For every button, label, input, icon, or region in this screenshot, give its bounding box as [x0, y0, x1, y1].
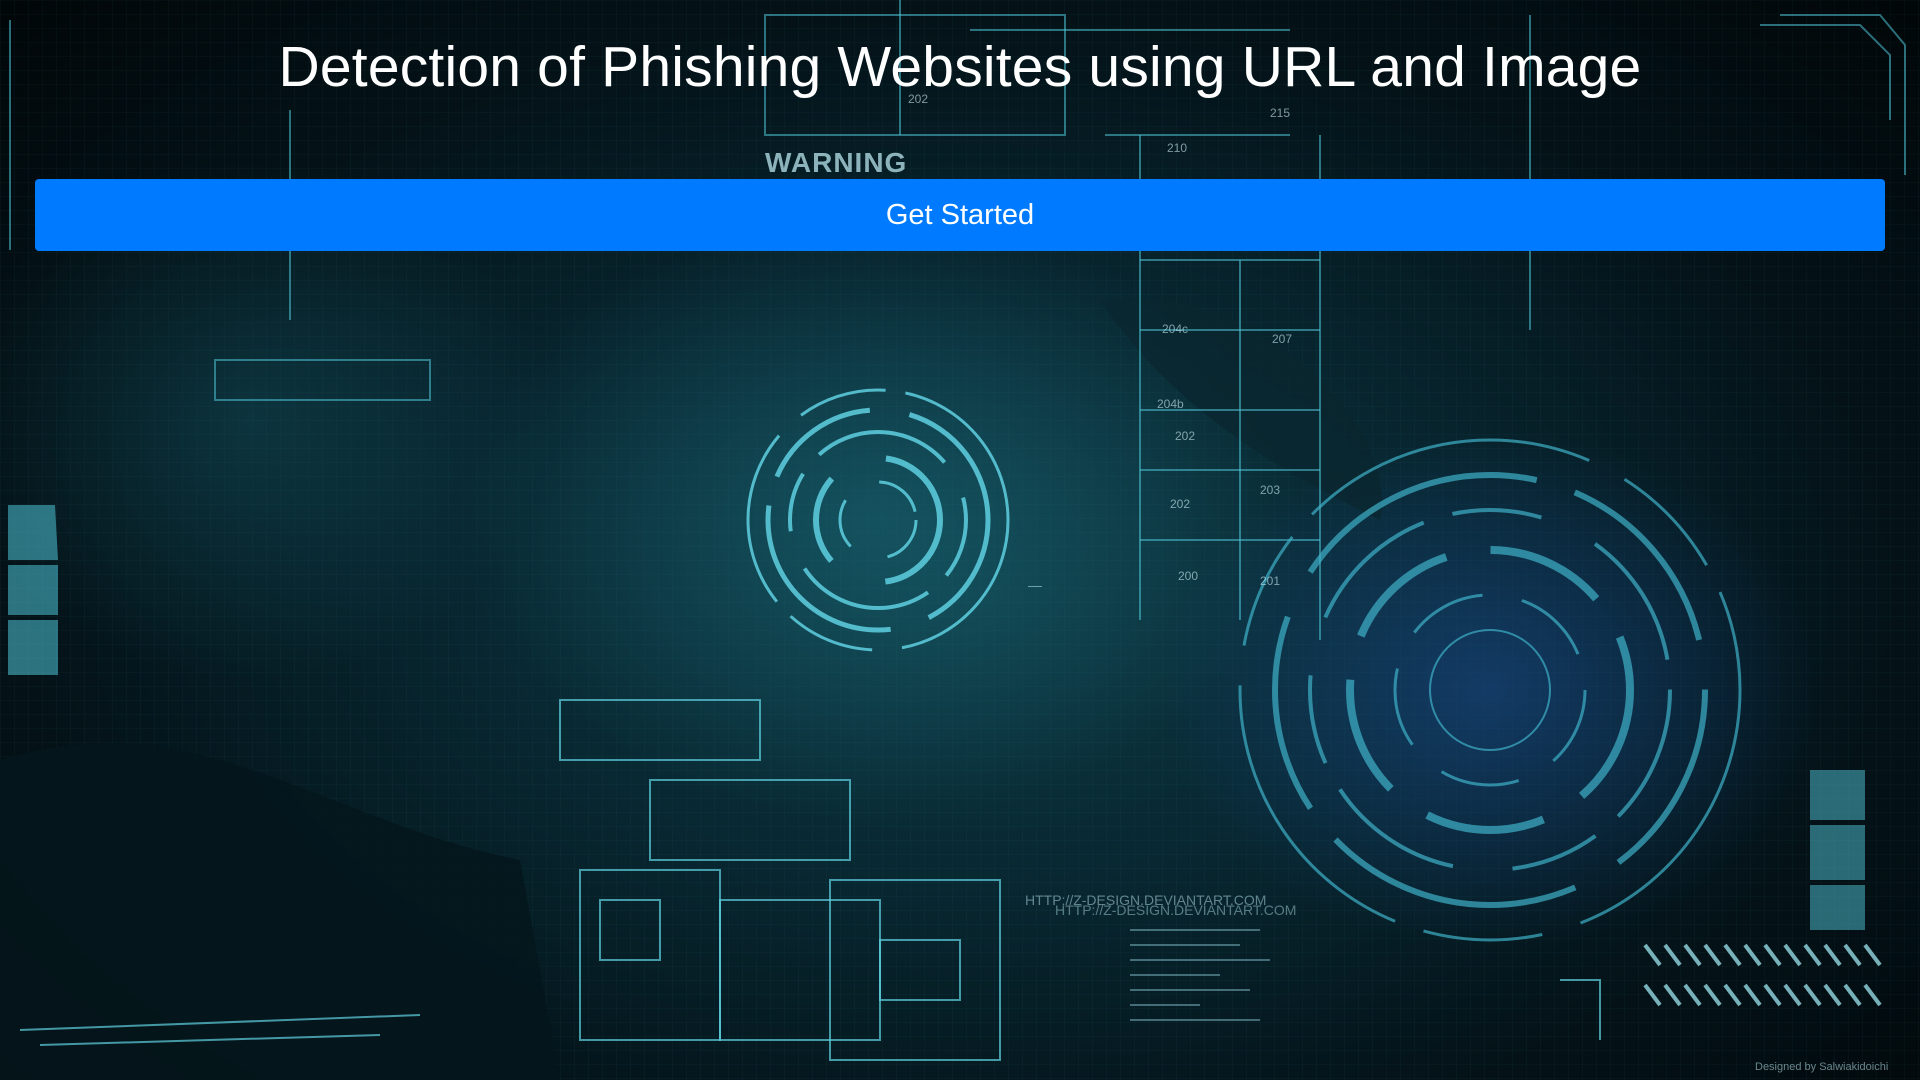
warning-stencil: WARNING	[765, 147, 907, 178]
bg-url-text-2: HTTP://Z-DESIGN.DEVIANTART.COM	[1055, 902, 1296, 918]
room-label: 201	[1260, 574, 1280, 588]
svg-text:—: —	[1028, 577, 1042, 593]
get-started-button[interactable]: Get Started	[35, 179, 1885, 251]
background-illustration: WARNING — HTTP://Z-DESIGN.DEVIANTART.COM…	[0, 0, 1920, 1080]
room-label: 204b	[1157, 397, 1184, 411]
designer-credit: Designed by Salwiakidoichi	[1755, 1061, 1888, 1073]
room-label: 200	[1178, 569, 1198, 583]
room-label: 203	[1260, 483, 1280, 497]
room-label: 215	[1270, 106, 1290, 120]
page-title: Detection of Phishing Websites using URL…	[278, 35, 1642, 99]
room-label: 210	[1167, 141, 1187, 155]
room-label: 202	[1170, 497, 1190, 511]
landing-page: WARNING — HTTP://Z-DESIGN.DEVIANTART.COM…	[0, 0, 1920, 1080]
room-label: 207	[1272, 332, 1292, 346]
room-label: 202	[1175, 429, 1195, 443]
room-label: 204c	[1162, 322, 1188, 336]
